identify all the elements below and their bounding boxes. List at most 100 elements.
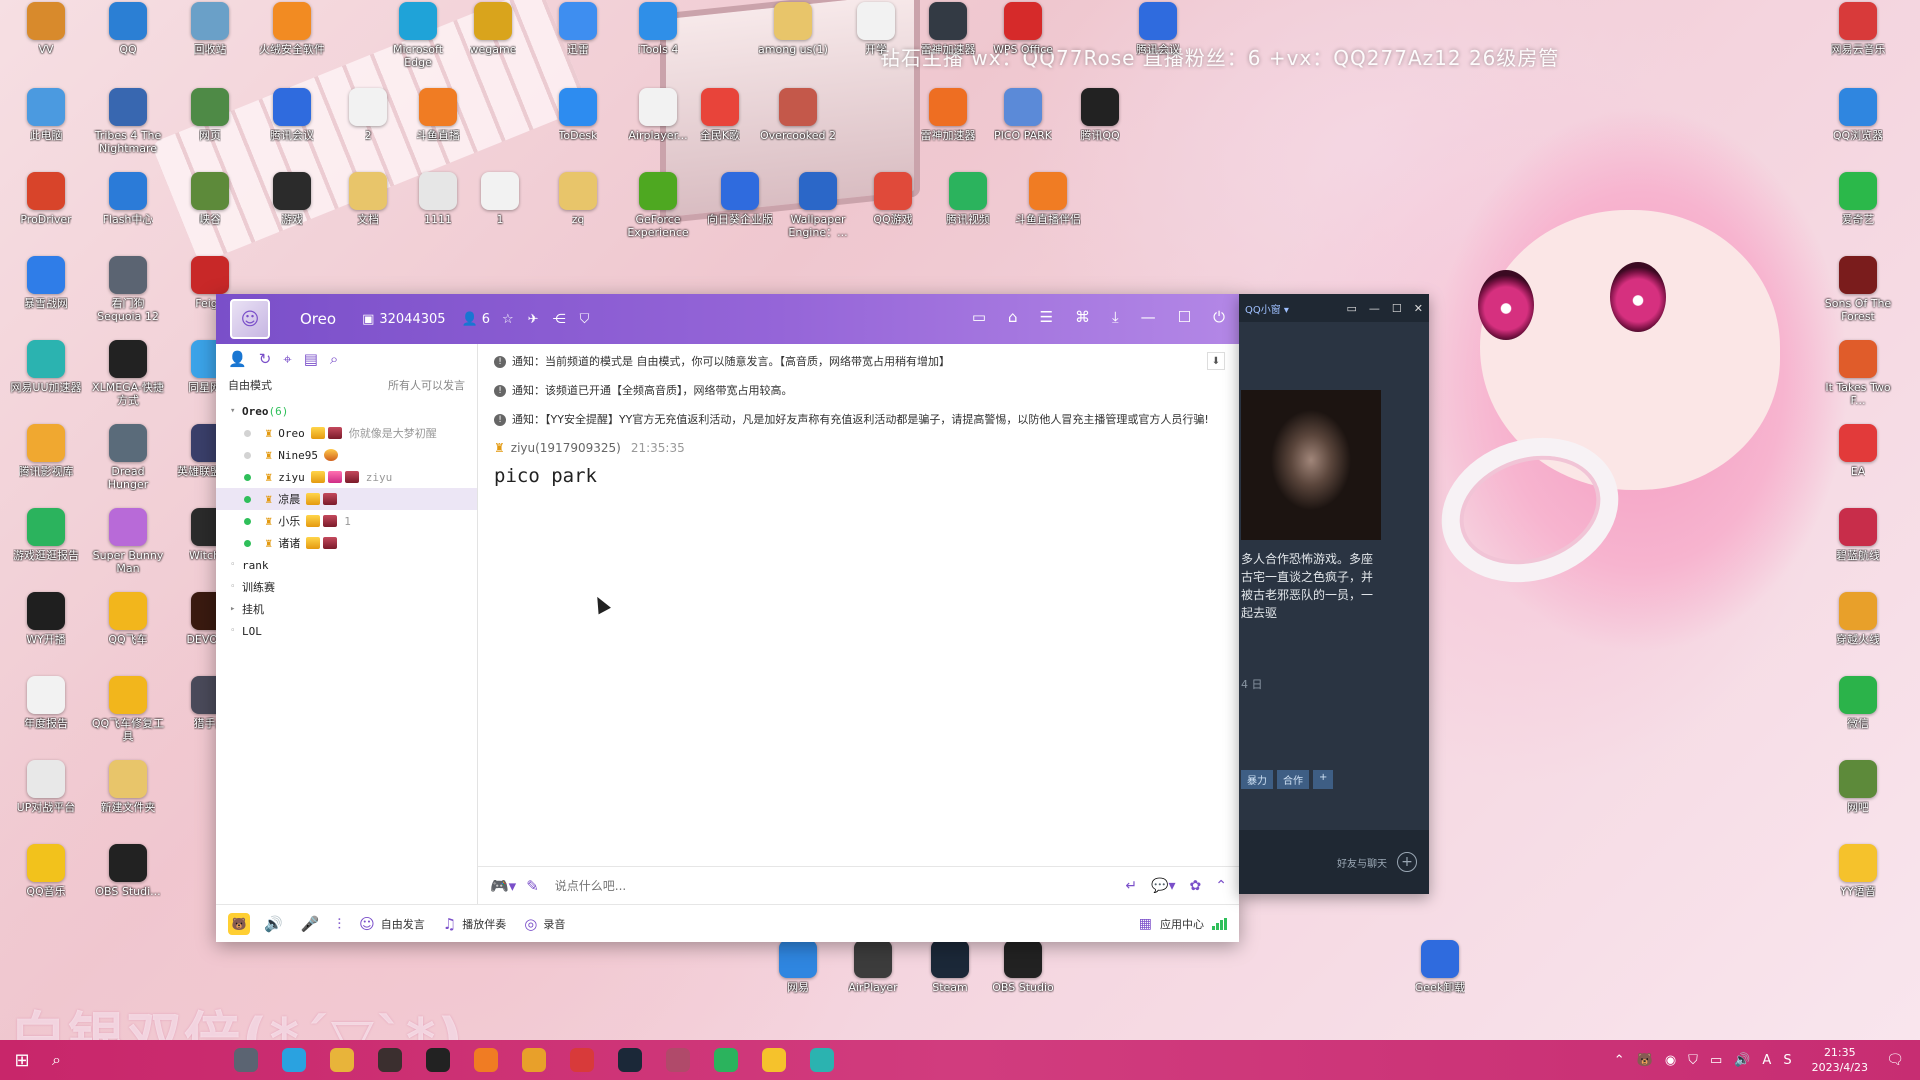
- minimize-icon[interactable]: —: [1141, 308, 1156, 326]
- sub-channel-row[interactable]: ▸ 挂机: [216, 598, 477, 620]
- desktop-icon[interactable]: ProDriver: [8, 172, 84, 226]
- channel-group-root[interactable]: ▾ Oreo (6): [216, 400, 477, 422]
- desktop-icon[interactable]: QQ飞车: [90, 592, 166, 646]
- desktop-icon[interactable]: OBS Studi...: [90, 844, 166, 898]
- taskbar-app[interactable]: [512, 1040, 556, 1080]
- start-button[interactable]: ⊞: [0, 1040, 44, 1080]
- flower-icon[interactable]: ✿: [1190, 878, 1202, 894]
- taskbar-app[interactable]: [656, 1040, 700, 1080]
- shield-tray-icon[interactable]: ⛉: [1688, 1053, 1698, 1068]
- desktop-icon[interactable]: 文档: [330, 172, 406, 226]
- desktop-icon[interactable]: Geek卸载: [1402, 940, 1478, 994]
- desktop-icon[interactable]: wegame: [455, 2, 531, 56]
- desktop-icon[interactable]: AirPlayer: [835, 940, 911, 994]
- desktop-icon[interactable]: QQ浏览器: [1820, 88, 1896, 142]
- channel-expand-icon[interactable]: ◦: [230, 626, 242, 636]
- desktop-icon[interactable]: XLMEGA-快捷方式: [90, 340, 166, 407]
- member-row[interactable]: ♜ Oreo 你就像是大梦初醒: [216, 422, 477, 444]
- desktop-icon[interactable]: Wallpaper Engine：...: [780, 172, 856, 239]
- desktop-icon[interactable]: 回收站: [172, 2, 248, 56]
- refresh-icon[interactable]: ↻: [259, 350, 272, 368]
- desktop-icon[interactable]: 网易云音乐: [1820, 2, 1896, 56]
- chat-bubble-icon[interactable]: 💬▾: [1151, 878, 1175, 894]
- desktop-icon[interactable]: VV: [8, 2, 84, 56]
- desktop-icon[interactable]: 斗鱼直播伴侣: [1010, 172, 1086, 226]
- desktop-icon[interactable]: QQ飞车修复工具: [90, 676, 166, 743]
- speaker-icon[interactable]: 🔊: [264, 915, 283, 933]
- desktop-icon[interactable]: 穿越火线: [1820, 592, 1896, 646]
- taskbar-app[interactable]: [704, 1040, 748, 1080]
- desktop-icon[interactable]: 爱奇艺: [1820, 172, 1896, 226]
- desktop-icon[interactable]: among us(1): [755, 2, 831, 56]
- desktop-icon[interactable]: It Takes Two F...: [1820, 340, 1896, 407]
- desktop-icon[interactable]: Super Bunny Man: [90, 508, 166, 575]
- enter-send-icon[interactable]: ↵: [1125, 878, 1137, 894]
- translate-icon[interactable]: ✎: [526, 877, 539, 895]
- chevron-up-icon[interactable]: ⌃: [1215, 878, 1227, 894]
- screen-icon[interactable]: ▭: [1347, 302, 1357, 315]
- desktop-icon[interactable]: 腾讯会议: [254, 88, 330, 142]
- taskbar-app[interactable]: [272, 1040, 316, 1080]
- desktop-icon[interactable]: 网易: [760, 940, 836, 994]
- desktop-icon[interactable]: WPS Office: [985, 2, 1061, 56]
- member-row[interactable]: ♜ 凉晨: [216, 488, 477, 510]
- gamepad-icon[interactable]: ⌘: [1075, 308, 1090, 326]
- taskbar-search-button[interactable]: ⌕: [44, 1040, 124, 1080]
- desktop-icon[interactable]: 迅雷: [540, 2, 616, 56]
- desktop-icon[interactable]: 网易UU加速器: [8, 340, 84, 394]
- desktop-icon[interactable]: Flash中心: [90, 172, 166, 226]
- side-panel-label[interactable]: QQ小窗 ▾: [1245, 301, 1289, 316]
- add-friend-icon[interactable]: +: [1397, 852, 1417, 872]
- desktop-icon[interactable]: 年度报告: [8, 676, 84, 730]
- desktop-icon[interactable]: 腾讯视频: [930, 172, 1006, 226]
- app-center-grid-icon[interactable]: ▦: [1139, 916, 1152, 932]
- taskbar-app[interactable]: [608, 1040, 652, 1080]
- taskbar-app[interactable]: [752, 1040, 796, 1080]
- sogou-ime-icon[interactable]: S: [1783, 1053, 1791, 1068]
- download-icon[interactable]: ⤓: [1112, 308, 1119, 326]
- desktop-icon[interactable]: UP对战平台: [8, 760, 84, 814]
- desktop-icon[interactable]: 腾讯影视库: [8, 424, 84, 478]
- taskbar-app[interactable]: [416, 1040, 460, 1080]
- location-icon[interactable]: ⌖: [283, 350, 291, 368]
- desktop-icon[interactable]: 雷神加速器: [910, 88, 986, 142]
- message-sender[interactable]: ziyu(1917909325): [511, 441, 621, 455]
- desktop-icon[interactable]: 游戏: [254, 172, 330, 226]
- game-tag[interactable]: +: [1313, 770, 1334, 789]
- home-icon[interactable]: ⌂: [1008, 308, 1018, 326]
- desktop-icon[interactable]: QQ音乐: [8, 844, 84, 898]
- desktop-icon[interactable]: 此电脑: [8, 88, 84, 142]
- desktop-icon[interactable]: WY开播: [8, 592, 84, 646]
- desktop-icon[interactable]: 看门狗 Sequoia 12: [90, 256, 166, 323]
- desktop-icon[interactable]: QQ游戏: [855, 172, 931, 226]
- yy-titlebar[interactable]: ☺ Oreo ▣ 32044305 👤 6 ☆ ✈ ⋲ ⛉ ▭ ⌂ ☰ ⌘ ⤓ …: [216, 294, 1239, 344]
- desktop-icon[interactable]: 微信: [1820, 676, 1896, 730]
- search-icon[interactable]: ⌕: [330, 350, 338, 368]
- free-speak-button[interactable]: ☺ 自由发言: [359, 915, 425, 933]
- volume-icon[interactable]: 🔊: [1734, 1053, 1750, 1068]
- desktop-icon[interactable]: Microsoft Edge: [380, 2, 456, 69]
- desktop-icon[interactable]: 腾讯会议: [1120, 2, 1196, 56]
- desktop-icon[interactable]: 向日葵企业版: [702, 172, 778, 226]
- desktop-icon[interactable]: 网吧: [1820, 760, 1896, 814]
- sub-channel-row[interactable]: ◦ rank: [216, 554, 477, 576]
- desktop-icon[interactable]: 游戏逛逛报告: [8, 508, 84, 562]
- power-icon[interactable]: ⏻: [1213, 308, 1225, 326]
- taskbar-app[interactable]: [368, 1040, 412, 1080]
- desktop-icon[interactable]: EA: [1820, 424, 1896, 478]
- taskbar-app[interactable]: [560, 1040, 604, 1080]
- chevron-up-icon[interactable]: ⌃: [1614, 1053, 1625, 1068]
- taskbar-clock[interactable]: 21:35 2023/4/23: [1812, 1045, 1868, 1075]
- record-button[interactable]: ◎ 录音: [524, 915, 565, 933]
- user-avatar[interactable]: 🐻: [228, 912, 250, 935]
- sub-channel-row[interactable]: ◦ LOL: [216, 620, 477, 642]
- emoji-gamepad-icon[interactable]: 🎮▾: [490, 877, 516, 895]
- steam-tray-icon[interactable]: ◉: [1665, 1053, 1676, 1068]
- chat-input[interactable]: [554, 878, 1126, 893]
- taskbar-app[interactable]: [800, 1040, 844, 1080]
- desktop-icon[interactable]: 雷神加速器: [910, 2, 986, 56]
- minimize-icon[interactable]: —: [1369, 302, 1380, 315]
- list-icon[interactable]: ☰: [1040, 308, 1053, 326]
- taskbar-app[interactable]: [464, 1040, 508, 1080]
- desktop-icon[interactable]: Sons Of The Forest: [1820, 256, 1896, 323]
